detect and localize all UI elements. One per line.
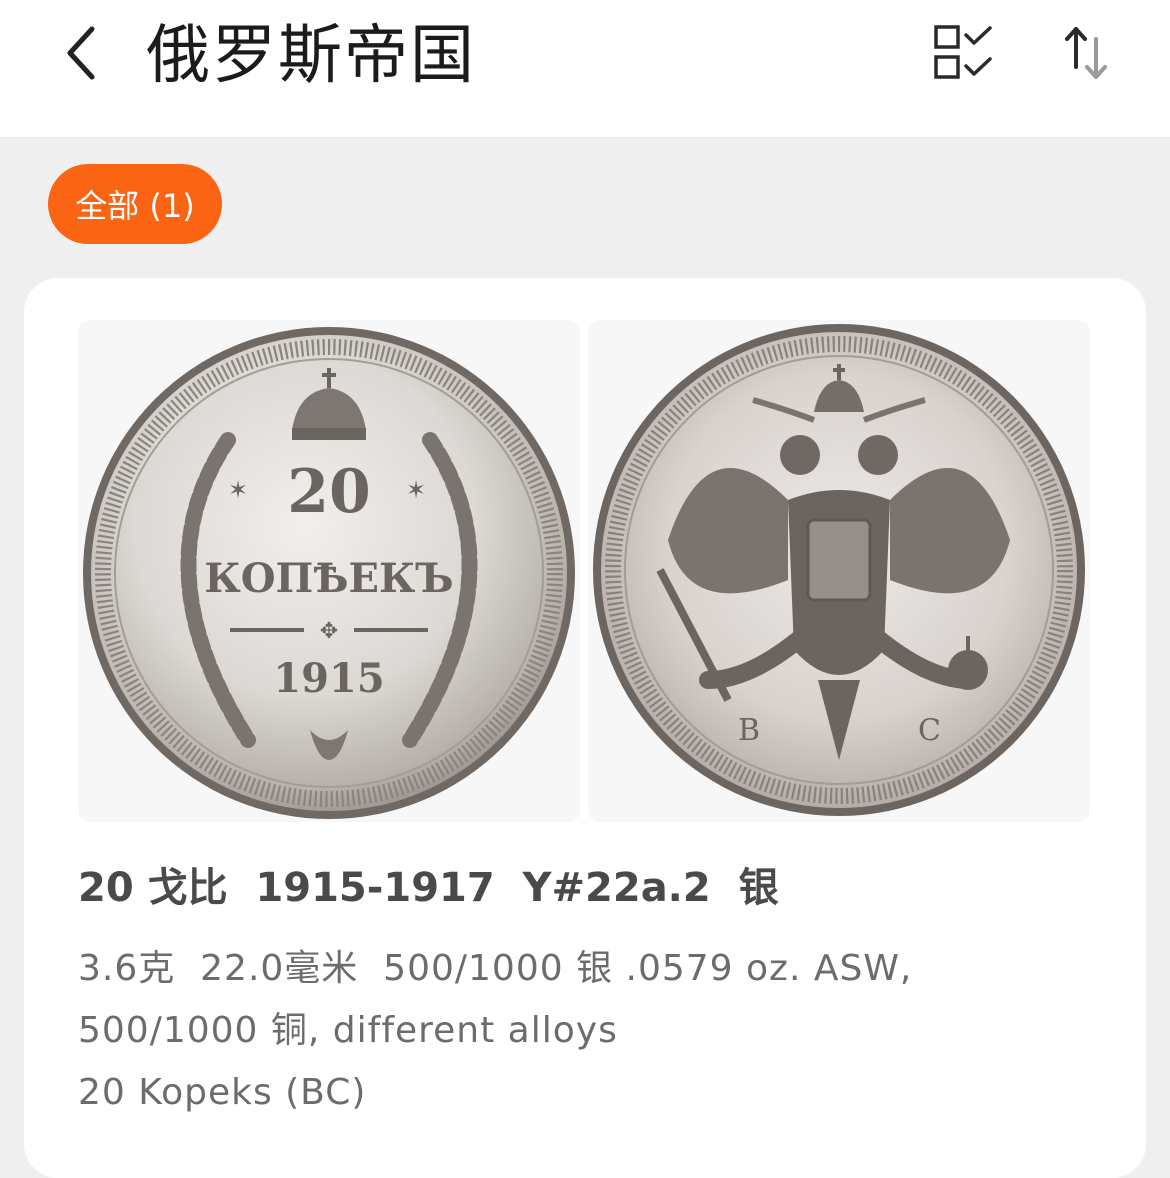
mintmark-left: В: [738, 713, 760, 748]
multi-select-button[interactable]: [926, 20, 1002, 90]
mintmark-right: С: [918, 713, 941, 748]
filter-chip-all[interactable]: 全部 (1): [48, 164, 222, 244]
coin-english-name: 20 Kopeks (BC): [78, 1072, 367, 1113]
coin-specs: 3.6克 22.0毫米 500/1000 银 .0579 oz. ASW, 50…: [78, 948, 925, 1051]
star-icon: ✶: [406, 476, 426, 504]
coin-year: 1915: [273, 655, 384, 702]
checklist-icon: [932, 23, 996, 87]
page-title: 俄罗斯帝国: [146, 19, 476, 93]
coin-obverse-image[interactable]: ✶ ✶ 20 КОПѢЕКЪ ✥ 1915: [78, 320, 580, 822]
ornament-icon: ✥: [320, 619, 338, 644]
sort-arrows-icon: [1064, 23, 1108, 87]
coin-denomination: 20: [287, 457, 371, 527]
app-header: 俄罗斯帝国: [0, 0, 1170, 138]
back-button[interactable]: [50, 22, 110, 88]
sort-button[interactable]: [1054, 20, 1118, 90]
coin-card[interactable]: ✶ ✶ 20 КОПѢЕКЪ ✥ 1915 В С 20 戈比 1915-191…: [24, 278, 1146, 1178]
coin-denomination-word: КОПѢЕКЪ: [204, 555, 453, 602]
star-icon: ✶: [228, 476, 248, 504]
coin-title[interactable]: 20 戈比 1915-1917 Y#22a.2 银: [78, 862, 779, 914]
chevron-left-icon: [62, 25, 98, 85]
coin-reverse-image[interactable]: В С: [588, 320, 1090, 822]
